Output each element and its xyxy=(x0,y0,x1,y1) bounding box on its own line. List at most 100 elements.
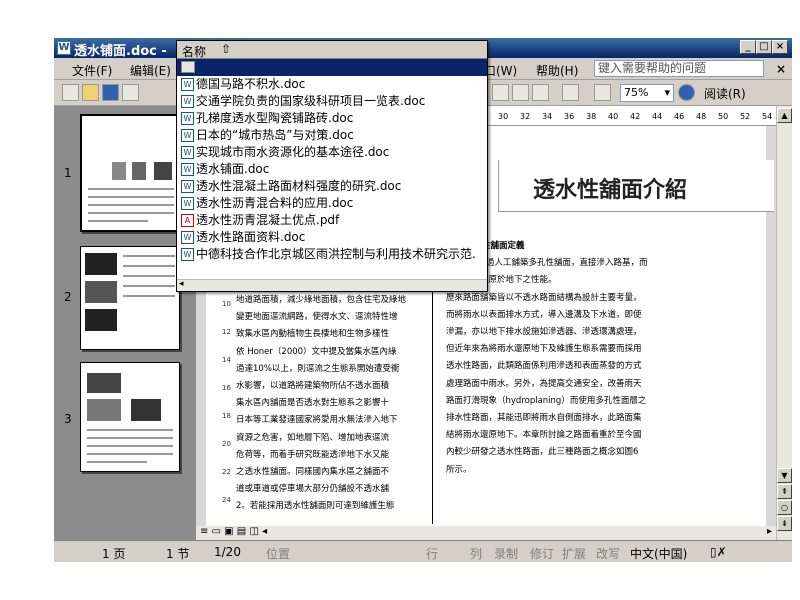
drawing-icon[interactable] xyxy=(562,84,579,101)
status-language[interactable]: 中文(中国) xyxy=(630,545,687,562)
permission-icon[interactable] xyxy=(122,84,139,101)
list-item[interactable]: W 实现城市雨水资源化的基本途径.doc xyxy=(181,144,389,161)
file-list-horizontal-scrollbar[interactable]: ◂ xyxy=(177,279,487,291)
previous-page-icon[interactable]: ⇞ xyxy=(777,484,792,499)
word-doc-icon: W xyxy=(181,248,194,261)
next-page-icon[interactable]: ⇟ xyxy=(777,516,792,531)
scroll-left-icon[interactable]: ◂ xyxy=(179,279,184,289)
ruler-tick: 48 xyxy=(696,112,707,121)
list-item[interactable]: W 透水铺面.doc xyxy=(181,161,269,178)
list-item[interactable]: W 日本的“城市热岛”与对策.doc xyxy=(181,127,354,144)
list-item[interactable]: W 孔梯度透水型陶瓷铺路砖.doc xyxy=(181,110,353,127)
word-app-icon[interactable]: W xyxy=(57,41,71,55)
list-item[interactable]: W 透水性沥青混合料的应用.doc xyxy=(181,195,353,212)
status-bar: 1 页 1 节 1/20 位置 行 列 录制 修订 扩展 改写 中文(中国) ▯… xyxy=(54,540,792,562)
new-document-icon[interactable] xyxy=(62,84,79,101)
zoom-select[interactable]: 75% ▾ xyxy=(620,84,674,102)
name-column-header[interactable]: 名称 xyxy=(182,43,206,60)
text-line: 道或車道或停車場大部分仍舖設不透水舖 xyxy=(236,484,390,495)
folder-icon xyxy=(181,61,195,73)
thumbnail-number: 1 xyxy=(64,166,72,180)
file-list-popup[interactable]: 名称 ⇧ W 德国马路不积水.doc W 交通学院负责的国家级科研项目一览表.doc… xyxy=(176,40,488,292)
text-line: 滲漏，亦以地下排水設施如滲透器、滲透環溝處理， xyxy=(446,327,642,338)
horizontal-ruler[interactable]: 30 32 34 36 38 40 42 44 46 48 50 52 54 xyxy=(484,106,776,126)
list-item[interactable]: A 透水性沥青混凝土优点.pdf xyxy=(181,212,339,229)
status-record[interactable]: 录制 xyxy=(494,545,518,562)
file-name: 孔梯度透水型陶瓷铺路砖.doc xyxy=(196,111,354,125)
spelling-icon[interactable]: ▯✗ xyxy=(710,545,727,559)
help-icon[interactable] xyxy=(678,84,695,101)
ruler-tick: 42 xyxy=(630,112,641,121)
ruler-tick: 46 xyxy=(674,112,685,121)
select-browse-object-icon[interactable]: ○ xyxy=(777,500,792,515)
save-icon[interactable] xyxy=(102,84,119,101)
list-item[interactable]: W 透水性路面资料.doc xyxy=(181,229,305,246)
status-track-changes[interactable]: 修订 xyxy=(530,545,554,562)
status-extend[interactable]: 扩展 xyxy=(562,545,586,562)
ruler-tick: 32 xyxy=(520,112,531,121)
minimize-button[interactable]: _ xyxy=(740,40,756,54)
close-button[interactable]: × xyxy=(772,40,788,54)
menu-help[interactable]: 帮助(H) xyxy=(536,62,578,79)
maximize-button[interactable]: □ xyxy=(756,40,772,54)
ruler-tick: 50 xyxy=(718,112,729,121)
close-document-button[interactable]: × xyxy=(776,62,786,76)
menu-file[interactable]: 文件(F) xyxy=(72,62,112,79)
line-number: 10 xyxy=(222,300,231,308)
file-name: 透水性沥青混合料的应用.doc xyxy=(196,196,354,210)
file-name: 德国马路不积水.doc xyxy=(196,77,306,91)
thumbnail-page-3[interactable] xyxy=(80,362,180,472)
heading-box: 透水性舖面介紹 xyxy=(498,160,774,212)
text-line: 歷來路面舖築皆以不透水路面結構為設計主要考量， xyxy=(446,292,642,303)
horizontal-scrollbar[interactable]: ≡ ▭ ▣ ▤ ◫ ◂ ▸ xyxy=(196,526,776,540)
vertical-scrollbar[interactable]: ▲ ▼ ⇞ ○ ⇟ xyxy=(776,106,792,540)
text-line: 排水性路面，其能迅即將雨水自側面排水，此路面集 xyxy=(446,413,642,424)
text-line: 地道路面積，減少綠地面積，包含住宅及綠地 xyxy=(236,295,407,305)
menu-window[interactable]: 口(W) xyxy=(484,62,517,79)
file-list-header[interactable]: 名称 ⇧ xyxy=(177,41,487,59)
selected-folder-row[interactable] xyxy=(177,59,487,76)
list-item[interactable]: W 透水性混凝土路面材料强度的研究.doc xyxy=(181,178,401,195)
status-row: 行 xyxy=(426,547,439,561)
scroll-up-icon[interactable]: ▲ xyxy=(777,108,792,123)
list-item[interactable]: W 中德科技合作北京城区雨洪控制与利用技术研究示范. xyxy=(181,246,483,263)
file-name: 透水铺面.doc xyxy=(196,162,270,176)
line-number: 12 xyxy=(222,328,231,336)
list-item[interactable]: W 交通学院负责的国家级科研项目一览表.doc xyxy=(181,93,425,110)
scroll-right-icon[interactable]: ▸ xyxy=(767,526,772,537)
status-position: 位置 xyxy=(266,547,291,561)
text-line: 之透水性舖面。同樣國內集水區之舖面不 xyxy=(236,467,390,478)
pdf-icon: A xyxy=(181,214,194,227)
thumbnail-pane[interactable]: 1 2 3 xyxy=(54,106,196,540)
thumbnail-page-2[interactable] xyxy=(80,246,180,350)
line-number: 24 xyxy=(222,496,231,504)
text-line: 而將雨水以表面排水方式，導入邊溝及下水道，即使 xyxy=(446,309,642,320)
status-pages: 1/20 xyxy=(214,545,241,559)
document-map-icon[interactable] xyxy=(594,84,611,101)
text-line: 處理路面中雨水。另外，為提高交通安全，改善雨天 xyxy=(446,378,642,389)
ruler-tick: 30 xyxy=(498,112,509,121)
insert-table-icon[interactable] xyxy=(492,84,509,101)
text-line: 致集水區內動植物生長棲地和生物多樣性 xyxy=(236,329,390,340)
scroll-down-icon[interactable]: ▼ xyxy=(777,468,792,483)
ruler-tick: 38 xyxy=(586,112,597,121)
read-mode-button[interactable]: 阅读(R) xyxy=(704,85,746,102)
help-search-input[interactable]: 键入需要帮助的问题 xyxy=(594,60,764,77)
file-name: 透水性混凝土路面材料强度的研究.doc xyxy=(196,179,402,193)
status-overtype[interactable]: 改写 xyxy=(596,545,620,562)
text-line: 內較少研發之透水性路面，此三種路面之概念如圖6 xyxy=(446,447,639,458)
list-item[interactable]: W 德国马路不积水.doc xyxy=(181,76,305,93)
menu-edit[interactable]: 编辑(E) xyxy=(130,62,171,79)
text-line: 日本等工業發達國家將愛用水無法滲入地下 xyxy=(236,415,398,426)
text-line: 2。若能採用透水性舖面則可達到維護生態 xyxy=(236,501,395,512)
columns-icon[interactable] xyxy=(532,84,549,101)
line-number: 22 xyxy=(222,468,231,476)
file-name: 实现城市雨水资源化的基本途径.doc xyxy=(196,145,390,159)
insert-excel-icon[interactable] xyxy=(512,84,529,101)
view-mode-buttons[interactable]: ≡ ▭ ▣ ▤ ◫ ◂ xyxy=(200,526,267,537)
text-line: 水影響，以道路將建築物所佔不透水面積 xyxy=(236,381,390,392)
file-name: 中德科技合作北京城区雨洪控制与利用技术研究示范. xyxy=(196,247,476,261)
word-doc-icon: W xyxy=(181,180,194,193)
open-folder-icon[interactable] xyxy=(82,84,99,101)
thumbnail-page-1[interactable] xyxy=(80,114,180,232)
